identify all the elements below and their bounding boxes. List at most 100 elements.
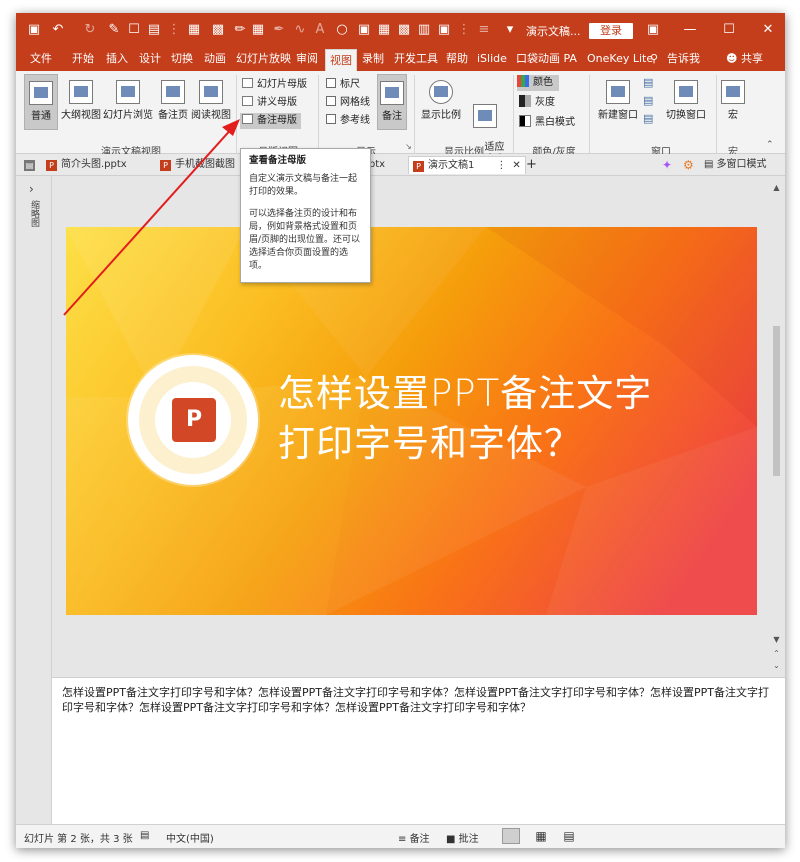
font-color-icon[interactable]: ≡ xyxy=(476,22,492,38)
brush-icon[interactable]: ∿ xyxy=(292,22,308,38)
customize-quick-access-icon[interactable]: ▾ xyxy=(502,22,518,38)
tab-onekey-lite[interactable]: OneKey Lite xyxy=(587,47,653,71)
grayscale-mode-button[interactable]: 灰度 xyxy=(519,95,555,111)
tab-insert[interactable]: 插入 xyxy=(106,47,128,71)
crop-icon[interactable]: ▦ xyxy=(376,22,392,38)
format-painter-icon[interactable]: ✒ xyxy=(271,22,287,38)
tab-view[interactable]: 视图 xyxy=(325,49,357,71)
tab-transitions[interactable]: 切换 xyxy=(171,47,193,71)
notes-pane[interactable]: 怎样设置PPT备注文字打印字号和字体？怎样设置PPT备注文字打印字号和字体？怎样… xyxy=(52,677,785,824)
slide-sorter-button[interactable]: 幻灯片浏览 xyxy=(102,74,154,130)
layout-icon[interactable]: ▩ xyxy=(396,22,412,38)
guides-checkbox[interactable]: 参考线 xyxy=(326,113,370,129)
tab-review[interactable]: 审阅 xyxy=(296,47,318,71)
restore-icon[interactable]: ☐ xyxy=(719,20,739,40)
cascade-icon[interactable]: ▤ xyxy=(643,93,653,109)
macros-button[interactable]: 宏 xyxy=(719,74,747,130)
accessibility-icon[interactable]: ▤ xyxy=(140,830,149,841)
vertical-scrollbar[interactable]: ▲ ▼ ⌃ ⌄ xyxy=(768,176,785,670)
doc-tab[interactable]: P 手机截图截图 xyxy=(160,156,235,174)
black-white-mode-button[interactable]: 黑白模式 xyxy=(519,115,575,131)
comments-status-button[interactable]: ■ 批注 xyxy=(446,830,479,845)
more-icon[interactable]: ⋮ xyxy=(456,22,472,38)
notes-master-button[interactable]: 备注母版 xyxy=(240,113,301,129)
open-folder-icon[interactable]: ▤ xyxy=(146,22,162,38)
minimize-icon[interactable]: — xyxy=(680,20,700,40)
scroll-down-icon[interactable]: ▼ xyxy=(771,634,782,646)
doc-tab[interactable]: P 简介头图.pptx xyxy=(46,156,127,174)
outline-view-button[interactable]: 大纲视图 xyxy=(60,74,102,130)
tab-menu-icon[interactable]: ⋮ xyxy=(496,160,506,171)
slide-title[interactable]: 怎样设置PPT备注文字 打印字号和字体？ xyxy=(278,369,738,469)
arrange-all-icon[interactable]: ▤ xyxy=(643,75,653,91)
tab-file[interactable]: 文件 xyxy=(30,47,52,71)
login-button[interactable]: 登录 xyxy=(589,23,633,39)
normal-view-button[interactable]: 普通 xyxy=(24,74,58,130)
slide-canvas[interactable]: P 怎样设置PPT备注文字 打印字号和字体？ xyxy=(66,227,757,615)
close-icon[interactable]: ✕ xyxy=(758,20,778,40)
table-icon[interactable]: ▦ xyxy=(186,22,202,38)
color-mode-button[interactable]: 颜色 xyxy=(517,75,559,91)
switch-window-button[interactable]: 切换窗口 xyxy=(660,74,712,130)
brush-icon[interactable]: ✏ xyxy=(232,22,248,38)
dialog-launcher-icon[interactable]: ↘ xyxy=(405,139,412,155)
tab-developer[interactable]: 开发工具 xyxy=(394,47,438,71)
redo-icon[interactable]: ↻ xyxy=(82,22,98,38)
move-split-icon[interactable]: ▤ xyxy=(643,111,653,127)
scroll-up-icon[interactable]: ▲ xyxy=(771,182,782,194)
tab-islide[interactable]: iSlide xyxy=(477,47,507,71)
ribbon-display-icon[interactable]: ▣ xyxy=(643,20,663,40)
layout-icon[interactable]: ▩ xyxy=(210,22,226,38)
ruler-checkbox[interactable]: 标尺 xyxy=(326,77,360,93)
save-icon[interactable]: ▣ xyxy=(26,22,42,38)
previous-slide-icon[interactable]: ⌃ xyxy=(771,648,782,660)
undo-icon[interactable]: ↶ xyxy=(50,22,66,38)
notes-status-button[interactable]: ≡ 备注 xyxy=(398,830,430,845)
zoom-button[interactable]: 显示比例 xyxy=(420,74,462,130)
reading-view-button[interactable]: 阅读视图 xyxy=(191,74,231,130)
expand-thumbnails-icon[interactable]: › xyxy=(29,182,34,196)
table-icon[interactable]: ▦ xyxy=(250,22,266,38)
normal-view-status-icon[interactable] xyxy=(502,828,520,844)
tab-slideshow[interactable]: 幻灯片放映 xyxy=(236,47,291,71)
more-icon[interactable]: ⋮ xyxy=(166,22,182,38)
slide-master-button[interactable]: 幻灯片母版 xyxy=(242,77,307,93)
gridlines-checkbox[interactable]: 网格线 xyxy=(326,95,370,111)
tab-home[interactable]: 开始 xyxy=(72,47,94,71)
notes-page-button[interactable]: 备注页 xyxy=(155,74,191,130)
tab-pocket-animation[interactable]: 口袋动画 PA xyxy=(516,47,577,71)
tooltip-body: 自定义演示文稿与备注一起打印的效果。 xyxy=(249,174,358,197)
new-tab-icon[interactable]: + xyxy=(526,156,537,174)
next-slide-icon[interactable]: ⌄ xyxy=(771,660,782,672)
thumbnails-label[interactable]: 缩略图 xyxy=(27,200,41,227)
tab-animations[interactable]: 动画 xyxy=(204,47,226,71)
tell-me-search[interactable]: 告诉我 xyxy=(667,47,700,71)
new-file-icon[interactable]: ☐ xyxy=(126,22,142,38)
handout-master-button[interactable]: 讲义母版 xyxy=(242,95,297,111)
tab-help[interactable]: 帮助 xyxy=(446,47,468,71)
sparkle-icon[interactable]: ✦ xyxy=(662,156,672,174)
multi-window-mode-button[interactable]: ▤ 多窗口模式 xyxy=(704,156,766,174)
scrollbar-thumb[interactable] xyxy=(773,326,780,476)
notes-toggle-button[interactable]: 备注 xyxy=(377,74,407,130)
tab-record[interactable]: 录制 xyxy=(362,47,384,71)
settings-gear-icon[interactable]: ⚙ xyxy=(683,156,694,174)
slide-sorter-status-icon[interactable]: ▦ xyxy=(532,828,550,844)
fit-to-window-button[interactable]: 适应 窗口大小 xyxy=(464,74,506,165)
collapse-ribbon-icon[interactable]: ⌃ xyxy=(766,137,774,153)
notes-icon xyxy=(380,81,404,105)
share-button[interactable]: 共享 xyxy=(741,47,763,71)
close-tab-icon[interactable]: ✕ xyxy=(512,160,520,171)
tab-design[interactable]: 设计 xyxy=(139,47,161,71)
language-indicator[interactable]: 中文(中国) xyxy=(166,830,214,845)
reading-view-status-icon[interactable]: ▤ xyxy=(560,828,578,844)
table-icon[interactable]: ▥ xyxy=(416,22,432,38)
picture-icon[interactable]: ▣ xyxy=(356,22,372,38)
new-window-button[interactable]: 新建窗口 xyxy=(594,74,642,130)
doc-tab-active[interactable]: P 演示文稿1 ⋮ ✕ xyxy=(408,156,526,174)
shape-icon[interactable]: ○ xyxy=(334,22,350,38)
picture-icon[interactable]: ▣ xyxy=(436,22,452,38)
font-color-icon[interactable]: A xyxy=(312,22,328,38)
notes-text[interactable]: 怎样设置PPT备注文字打印字号和字体？怎样设置PPT备注文字打印字号和字体？怎样… xyxy=(62,685,772,715)
format-painter-icon[interactable]: ✎ xyxy=(106,22,122,38)
